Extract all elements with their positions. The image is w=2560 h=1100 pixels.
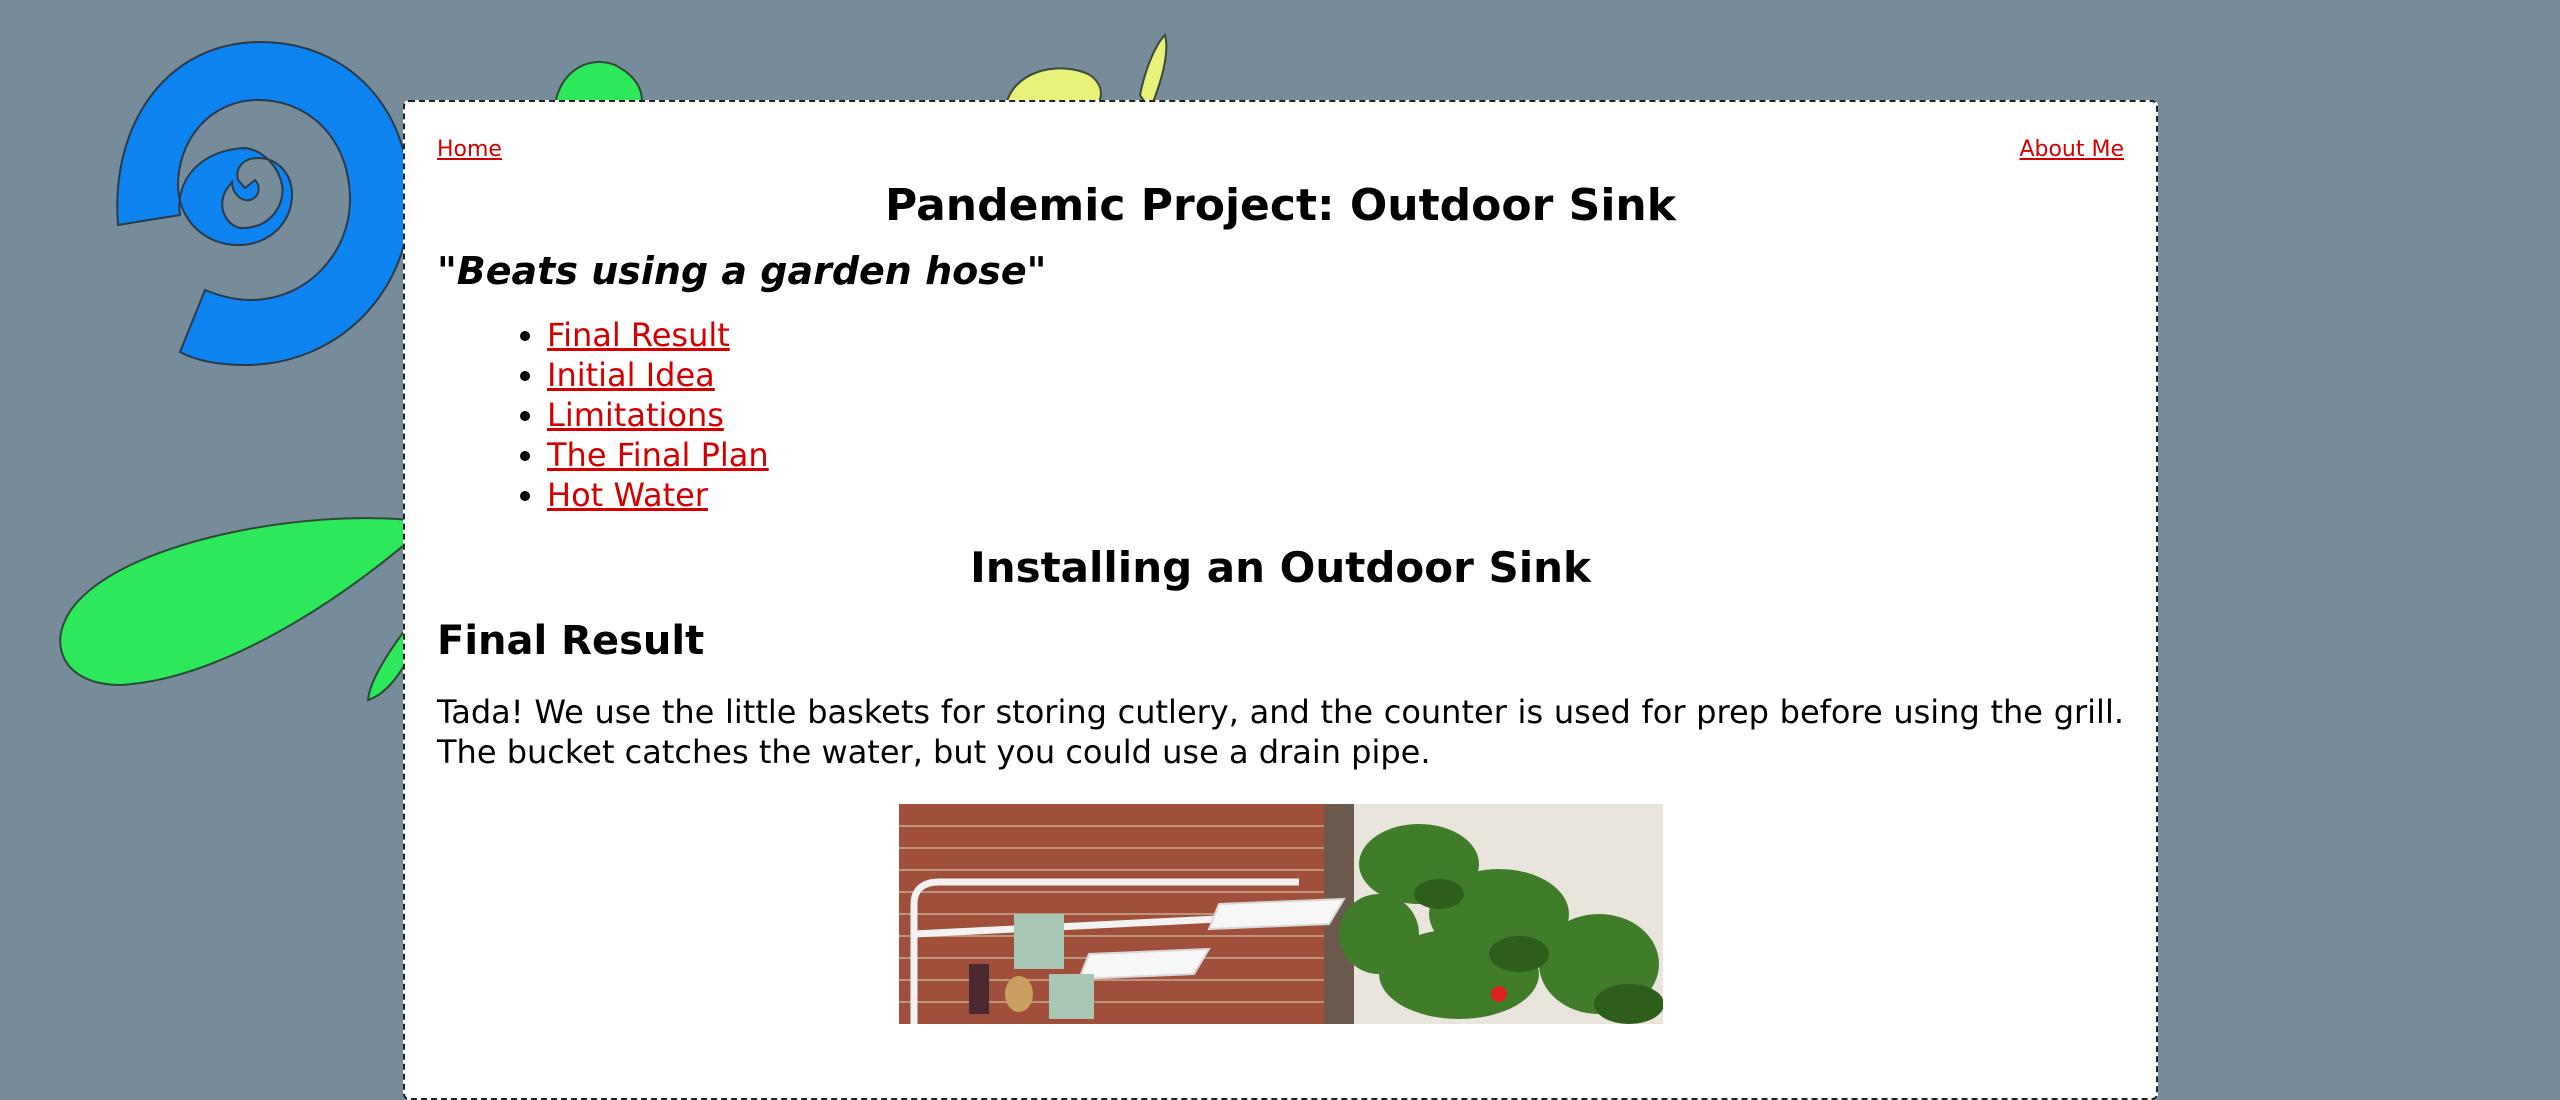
toc-item: Initial Idea — [547, 355, 2124, 395]
table-of-contents: Final Result Initial Idea Limitations Th… — [437, 315, 2124, 515]
toc-link-hot-water[interactable]: Hot Water — [547, 476, 708, 514]
toc-item: Hot Water — [547, 475, 2124, 515]
page-title: Pandemic Project: Outdoor Sink — [885, 180, 1676, 231]
green-leaf-decoration — [59, 517, 411, 687]
top-navigation: Home About Me — [437, 134, 2124, 164]
toc-item: Limitations — [547, 395, 2124, 435]
home-link[interactable]: Home — [437, 137, 502, 162]
page-tagline: "Beats using a garden hose" — [437, 249, 1047, 293]
about-me-link[interactable]: About Me — [2019, 137, 2124, 162]
content-card: Home About Me Pandemic Project: Outdoor … — [403, 100, 2158, 1100]
toc-link-final-plan[interactable]: The Final Plan — [547, 436, 769, 474]
toc-link-final-result[interactable]: Final Result — [547, 316, 730, 354]
toc-link-initial-idea[interactable]: Initial Idea — [547, 356, 715, 394]
section-body-text: Tada! We use the little baskets for stor… — [437, 693, 2124, 771]
toc-item: The Final Plan — [547, 435, 2124, 475]
outdoor-sink-photo — [898, 804, 1663, 1024]
subsection-title: Final Result — [437, 618, 705, 664]
blue-spiral-decoration — [116, 40, 412, 367]
toc-link-limitations[interactable]: Limitations — [547, 396, 724, 434]
section-title: Installing an Outdoor Sink — [970, 543, 1591, 592]
toc-item: Final Result — [547, 315, 2124, 355]
yellow-petal-decoration — [1138, 33, 1168, 113]
